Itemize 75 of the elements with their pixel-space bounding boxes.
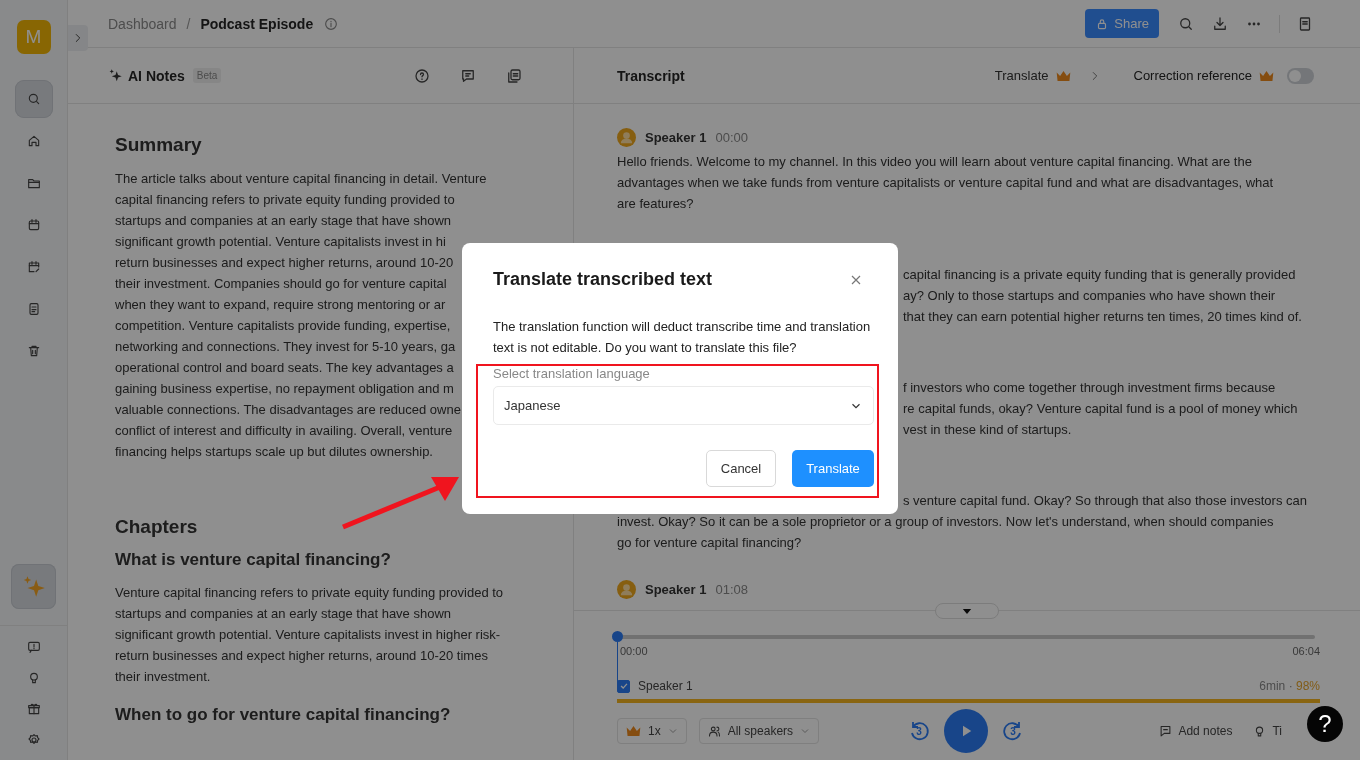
- summary-text: significant growth potential. Venture capitalists invest in hi: [115, 233, 446, 251]
- add-notes-button[interactable]: Add notes: [1158, 723, 1233, 739]
- speed-select[interactable]: 1x: [617, 718, 687, 744]
- transcript-text: capital financing is a private equity funding that is generally provided: [903, 266, 1296, 284]
- nav-button[interactable]: [14, 80, 53, 118]
- speaker-select[interactable]: All speakers: [698, 718, 820, 744]
- summary-text: The article talks about venture capital financing in detail. Venture: [115, 170, 487, 188]
- tips-button[interactable]: Ti: [1252, 723, 1282, 739]
- summary-text: operational control and board seats. The key advantages a: [115, 359, 454, 377]
- breadcrumb-separator: /: [186, 15, 191, 32]
- summary-text: startups and companies at an early stage that have shown: [115, 212, 452, 230]
- correction-label: Correction reference: [1133, 68, 1252, 83]
- summary-text: gaining business expertise, no repayment obligation and m: [115, 380, 454, 398]
- copy-icon[interactable]: [505, 66, 523, 85]
- time-label: 00:00: [620, 645, 648, 657]
- summary-text: conflict of interest and difficulty in availing. Overall, venture: [115, 422, 453, 440]
- sparkle-icon: [108, 68, 123, 83]
- chapter-text: Venture capital financing refers to private equity funding provided to startups and companies at an early stage that have shown significant growth potential. Venture capitalists invest in higher risk-return businesses and expect higher returns, around 10-20 times their investment.: [115, 584, 505, 686]
- crown-icon: [1054, 68, 1072, 83]
- field-label: Select translation language: [493, 366, 651, 381]
- check-icon: [618, 681, 629, 691]
- note-icon: [1158, 723, 1174, 739]
- panel-title: Transcript: [617, 67, 685, 84]
- page-title: Podcast Episode: [200, 15, 314, 32]
- transcript-text: that they can earn potential higher returns ten times, 20 times kind of.: [903, 308, 1302, 326]
- translate-link[interactable]: Translate: [994, 68, 1049, 83]
- rewind-button[interactable]: 3: [907, 719, 931, 743]
- transcript-text: Hello friends. Welcome to my channel. In this video you will learn about venture capital financing. What are the advantages when we take funds from venture capitalists or venture capital fund and what are disadvantages, what are features?: [617, 153, 1275, 213]
- speaker-avatar: [617, 579, 636, 599]
- chapter-title: When to go for venture capital financing?: [115, 705, 452, 725]
- section-heading: Chapters: [115, 516, 199, 538]
- summary-text: capital financing refers to private equity funding provided to: [115, 191, 455, 209]
- transcript-text: s venture capital fund. Okay? So through that also those investors can: [903, 492, 1307, 510]
- info-icon[interactable]: [323, 15, 340, 32]
- speaker-label: Speaker 1: [638, 679, 693, 693]
- beta-badge: Beta: [192, 68, 222, 83]
- breadcrumb-link[interactable]: Dashboard: [108, 15, 177, 32]
- translate-button[interactable]: Translate: [792, 450, 874, 487]
- play-button[interactable]: [944, 709, 988, 753]
- collapse-button[interactable]: [935, 603, 999, 619]
- section-heading: Summary: [115, 134, 203, 156]
- help-icon[interactable]: [413, 66, 431, 85]
- summary-text: valuable connections. The disadvantages are reduced owne: [115, 401, 461, 419]
- transcript-text: invest. Okay? So it can be a sole proprietor or a group of investors. Now let's understand, when should companies go for venture capital financing?: [617, 513, 1275, 552]
- time-label: 06:04: [1292, 645, 1320, 657]
- crown-icon: [1258, 68, 1275, 83]
- transcript-text: re capital funds, okay? Venture capital fund is a pool of money which: [903, 400, 1298, 418]
- timestamp: 00:00: [715, 129, 748, 145]
- language-select[interactable]: Japanese: [493, 386, 874, 425]
- transcript-text: vest in these kind of startups.: [903, 421, 1072, 439]
- summary-text: their investment. Companies should go for venture capital: [115, 275, 447, 293]
- summary-text: return businesses and expect higher returns, around 10-20: [115, 254, 454, 272]
- chapter-title: What is venture capital financing?: [115, 550, 392, 570]
- checkbox[interactable]: [617, 679, 630, 693]
- summary-text: networking and connections. They invest for 5-10 years, ga: [115, 338, 456, 356]
- speaker-name: Speaker 1: [645, 581, 707, 597]
- speaker-stats: 6min · 98%: [1259, 679, 1320, 693]
- transcript-text: ay? Only to those startups and companies who have shown their: [903, 287, 1276, 305]
- summary-text: financing helps startups scale up but dilutes ownership.: [115, 443, 433, 461]
- summary-text: competition. Venture capitalists provide funding, expertise,: [115, 317, 451, 335]
- crown-icon: [625, 724, 642, 738]
- speaker-avatar: [617, 127, 636, 147]
- progress-thumb[interactable]: [612, 631, 623, 642]
- toggle-switch[interactable]: [1287, 67, 1314, 84]
- dialog-message: The translation function will deduct transcribe time and translation text is not editable. Do you want to translate this file?: [493, 318, 872, 357]
- caret-icon: [962, 607, 972, 615]
- panel-title: AI Notes: [128, 67, 185, 84]
- playhead-line: [617, 642, 618, 682]
- summary-text: when they want to expand, require strong mentoring or ar: [115, 296, 446, 314]
- timestamp: 01:08: [715, 581, 748, 597]
- speaker-name: Speaker 1: [645, 129, 707, 145]
- share-button[interactable]: Share: [1085, 9, 1159, 38]
- transcript-text: f investors who come together through investment firms because: [903, 379, 1276, 397]
- cancel-button[interactable]: Cancel: [706, 450, 776, 487]
- dialog-title: Translate transcribed text: [493, 269, 713, 290]
